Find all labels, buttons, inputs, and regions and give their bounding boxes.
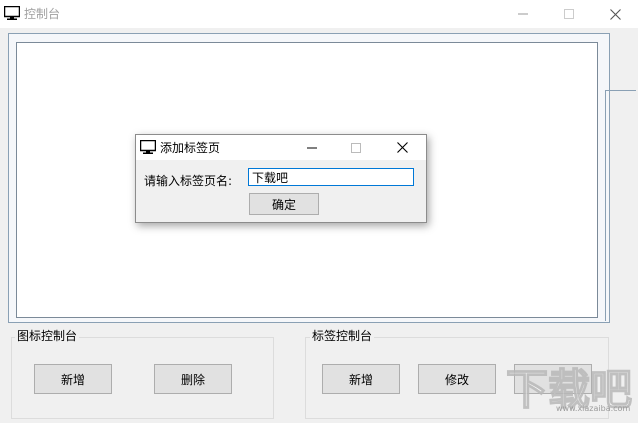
window-title: 控制台 bbox=[24, 7, 61, 21]
minimize-button[interactable] bbox=[500, 0, 546, 28]
close-icon bbox=[609, 8, 621, 20]
tab-control-edge bbox=[605, 90, 636, 321]
monitor-icon bbox=[139, 139, 157, 154]
icon-control-group-title: 图标控制台 bbox=[15, 329, 80, 343]
monitor-icon bbox=[3, 5, 21, 20]
dialog-title-bar[interactable]: 添加标签页 bbox=[136, 135, 426, 160]
watermark-url: www.xiazaiba.com bbox=[556, 404, 631, 413]
tab-add-button[interactable]: 新增 bbox=[322, 364, 400, 394]
icon-add-button[interactable]: 新增 bbox=[34, 364, 112, 394]
tab-name-label: 请输入标签页名: bbox=[144, 174, 233, 188]
dialog-maximize-button[interactable] bbox=[334, 135, 378, 160]
close-icon bbox=[396, 142, 408, 153]
title-bar[interactable]: 控制台 bbox=[0, 0, 638, 28]
maximize-icon bbox=[564, 9, 574, 19]
add-tab-dialog[interactable]: 添加标签页 请输入标签页名: 确定 bbox=[135, 134, 427, 223]
ok-button[interactable]: 确定 bbox=[249, 193, 319, 215]
watermark-logo: 下载吧 bbox=[505, 364, 632, 414]
maximize-icon bbox=[351, 142, 361, 153]
maximize-button[interactable] bbox=[546, 0, 592, 28]
close-button[interactable] bbox=[592, 0, 638, 28]
tab-edit-button[interactable]: 修改 bbox=[418, 364, 496, 394]
minimize-icon bbox=[518, 13, 528, 15]
tab-control-group-title: 标签控制台 bbox=[310, 329, 375, 343]
minimize-icon bbox=[307, 147, 317, 148]
dialog-minimize-button[interactable] bbox=[290, 135, 334, 160]
icon-delete-button[interactable]: 删除 bbox=[154, 364, 232, 394]
tab-name-input[interactable] bbox=[248, 168, 414, 186]
dialog-close-button[interactable] bbox=[380, 135, 424, 160]
dialog-title: 添加标签页 bbox=[160, 141, 221, 155]
